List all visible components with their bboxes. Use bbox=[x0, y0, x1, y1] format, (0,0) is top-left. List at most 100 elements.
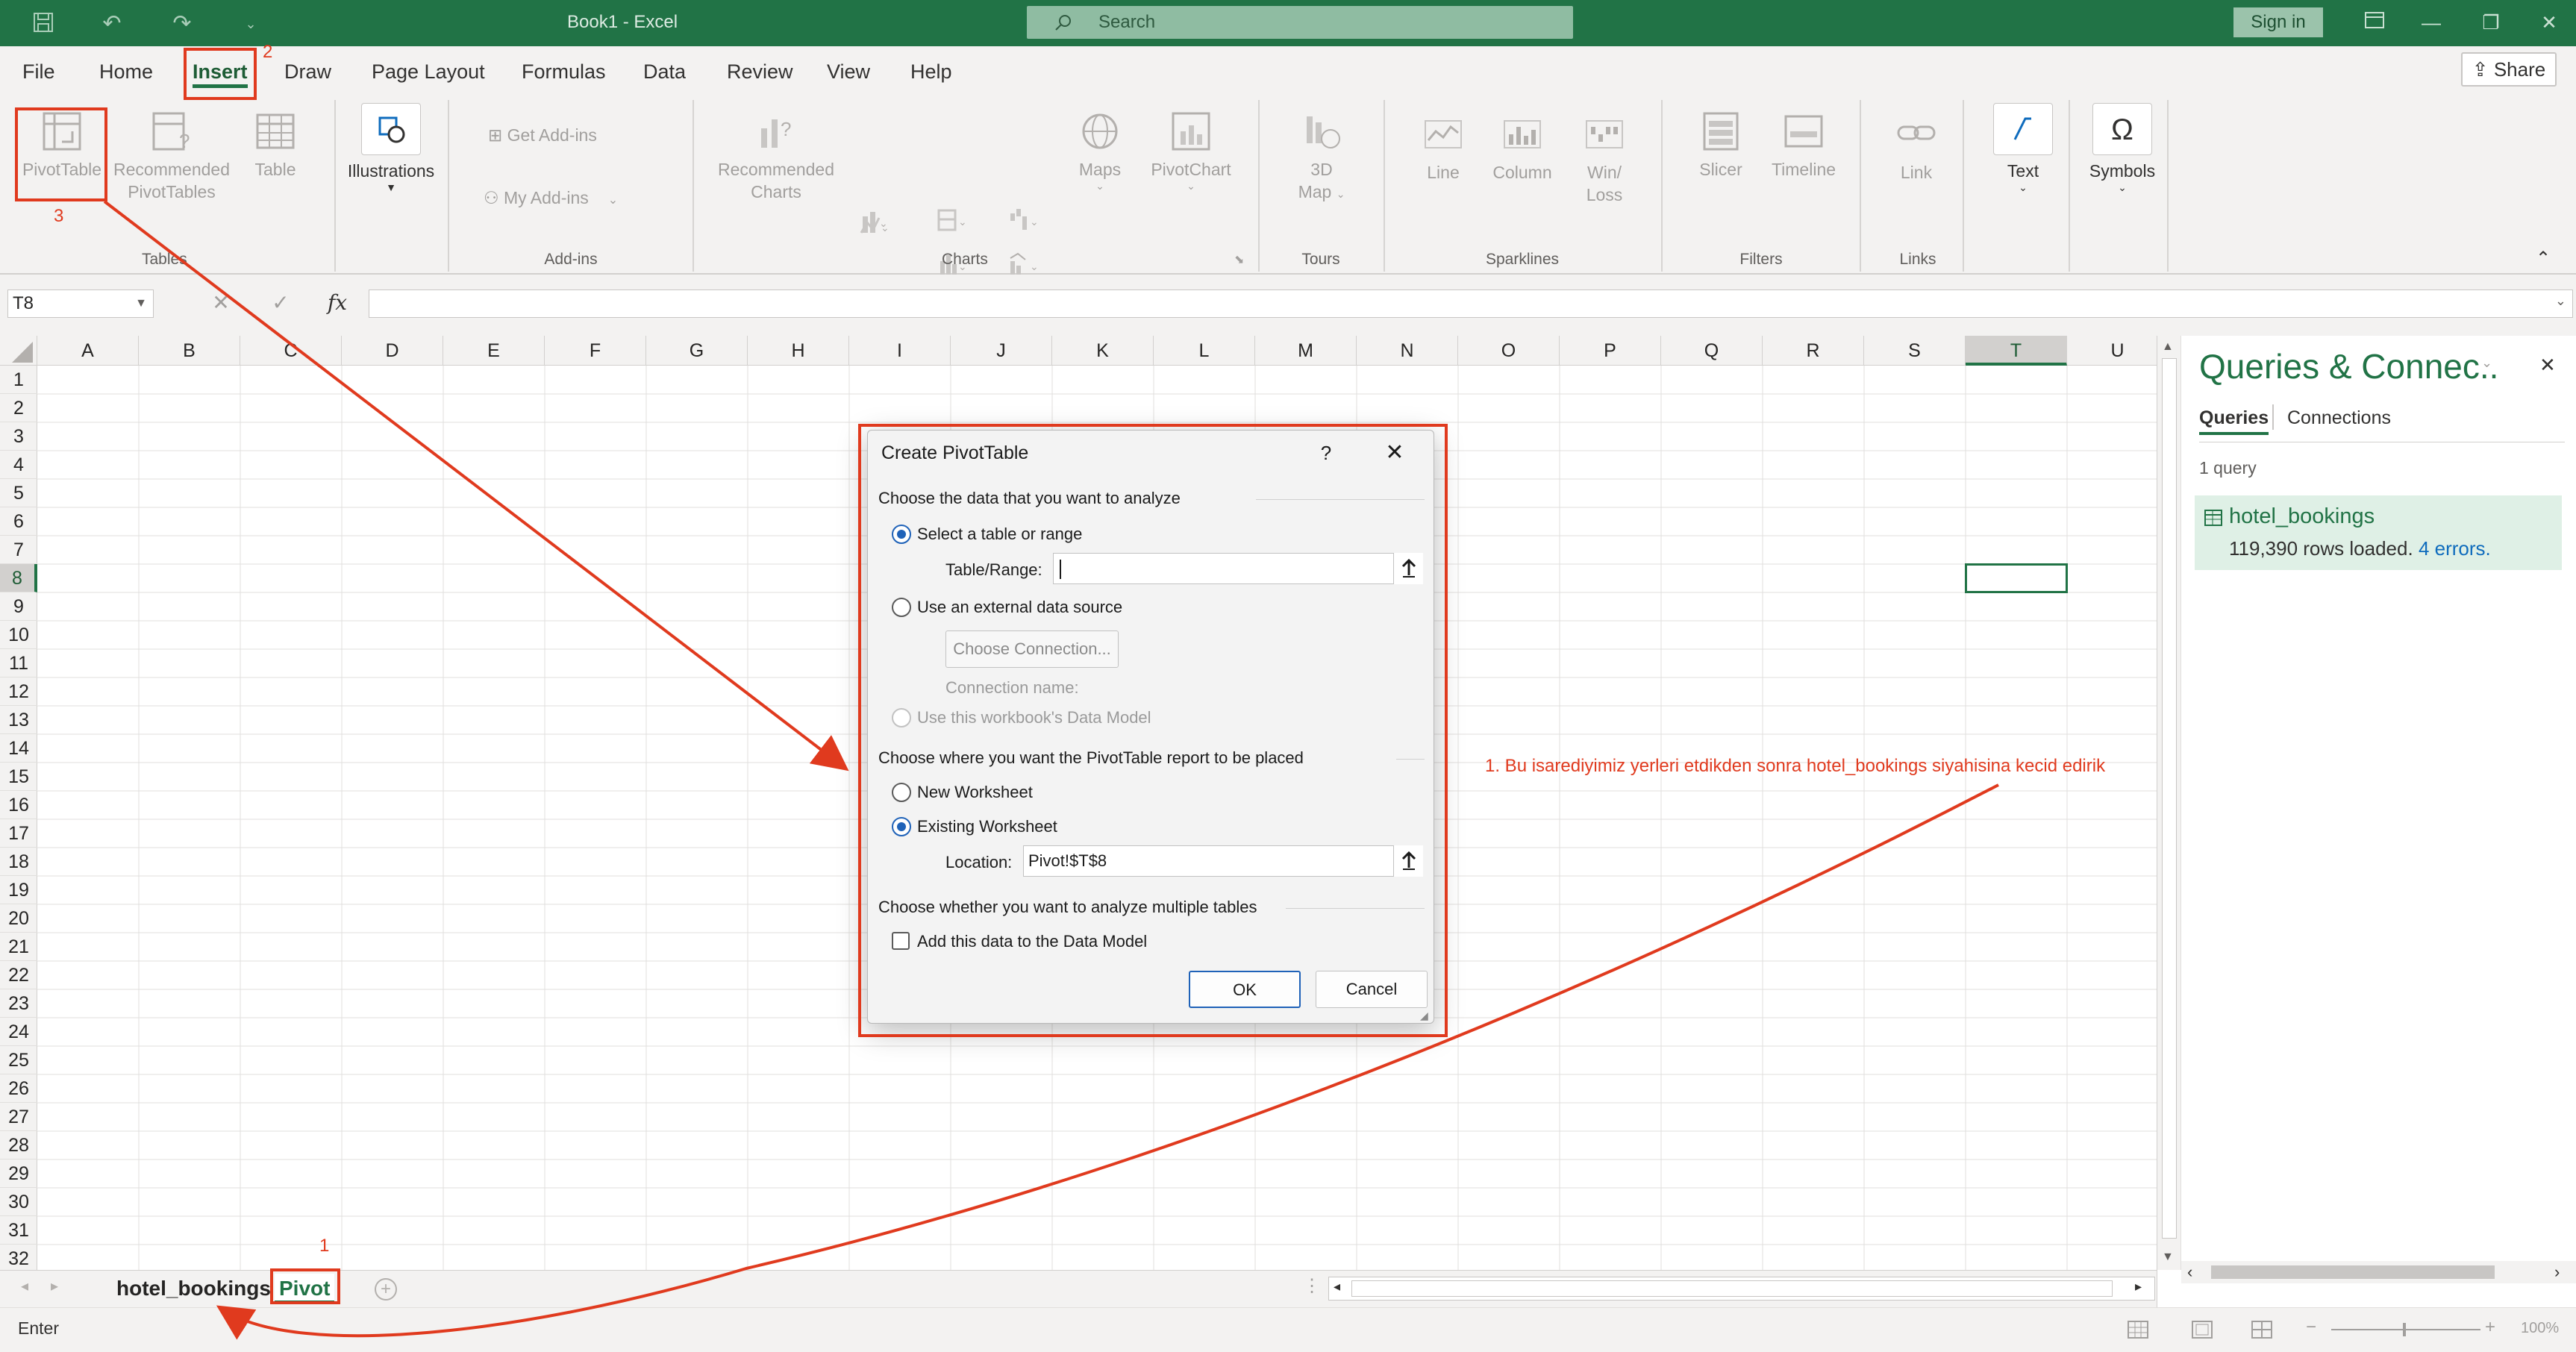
column-header[interactable]: J bbox=[951, 336, 1052, 366]
insert-function-button[interactable]: fx bbox=[321, 288, 354, 318]
zoom-level[interactable]: 100% bbox=[2521, 1320, 2559, 1337]
column-header[interactable]: H bbox=[748, 336, 849, 366]
cancel-entry-icon[interactable]: ✕ bbox=[204, 288, 237, 318]
scroll-left-icon[interactable]: ‹ bbox=[2187, 1262, 2192, 1282]
ribbon-display-icon[interactable] bbox=[2360, 7, 2389, 37]
customize-toolbar-icon[interactable]: ⌄ bbox=[237, 10, 264, 37]
zoom-in-icon[interactable]: + bbox=[2485, 1317, 2495, 1338]
my-addins-button[interactable]: ⚇ My Add-ins ⌄ bbox=[484, 187, 663, 212]
column-header[interactable]: A bbox=[37, 336, 139, 366]
row-header[interactable]: 22 bbox=[0, 961, 37, 989]
tab-help[interactable]: Help bbox=[910, 57, 952, 87]
row-header[interactable]: 14 bbox=[0, 734, 37, 763]
waterfall-chart-icon[interactable]: ⌄ bbox=[1007, 206, 1040, 234]
text-button[interactable]: Text ⌄ bbox=[1986, 103, 2060, 193]
row-header[interactable]: 12 bbox=[0, 677, 37, 706]
pane-vertical-scrollbar[interactable]: ▲ ▼ bbox=[2157, 336, 2181, 1270]
row-header[interactable]: 2 bbox=[0, 394, 37, 422]
pane-horizontal-scrollbar[interactable]: ‹ › bbox=[2181, 1261, 2576, 1283]
sheet-tab-hotel-bookings[interactable]: hotel_bookings bbox=[112, 1274, 275, 1304]
pivotchart-button[interactable]: PivotChart ⌄ bbox=[1143, 109, 1239, 191]
search-box[interactable]: Search bbox=[1027, 6, 1573, 39]
column-header[interactable]: Q bbox=[1661, 336, 1763, 366]
confirm-entry-icon[interactable]: ✓ bbox=[264, 288, 297, 318]
zoom-slider[interactable] bbox=[2331, 1323, 2480, 1336]
row-header[interactable]: 9 bbox=[0, 592, 37, 621]
row-header[interactable]: 23 bbox=[0, 989, 37, 1018]
restore-icon[interactable]: ❐ bbox=[2476, 7, 2506, 37]
row-header[interactable]: 15 bbox=[0, 763, 37, 791]
charts-dialog-launcher-icon[interactable]: ⬊ bbox=[1234, 252, 1244, 267]
scroll-right-icon[interactable]: › bbox=[2554, 1262, 2560, 1282]
row-header[interactable]: 21 bbox=[0, 933, 37, 961]
column-header[interactable]: U bbox=[2067, 336, 2157, 366]
sparkline-line-button[interactable]: Line bbox=[1410, 113, 1476, 184]
selected-cell[interactable] bbox=[1965, 563, 2068, 593]
hierarchy-chart-icon[interactable]: ⌄ bbox=[936, 206, 969, 234]
tab-home[interactable]: Home bbox=[99, 57, 153, 87]
row-header[interactable]: 20 bbox=[0, 904, 37, 933]
line-chart-icon[interactable]: ⌄ bbox=[858, 212, 891, 240]
column-header[interactable]: T bbox=[1966, 336, 2067, 366]
tab-draw[interactable]: Draw bbox=[284, 57, 331, 87]
sparkline-column-button[interactable]: Column bbox=[1485, 113, 1560, 184]
close-icon[interactable]: ✕ bbox=[2534, 7, 2564, 37]
column-header[interactable]: L bbox=[1154, 336, 1255, 366]
tab-split-handle-icon[interactable]: ⋮ bbox=[1303, 1275, 1321, 1297]
row-header[interactable]: 13 bbox=[0, 706, 37, 734]
row-header[interactable]: 17 bbox=[0, 819, 37, 848]
row-header[interactable]: 29 bbox=[0, 1159, 37, 1188]
symbols-button[interactable]: Ω Symbols ⌄ bbox=[2076, 103, 2169, 193]
tab-data[interactable]: Data bbox=[643, 57, 686, 87]
recommended-pivottables-button[interactable]: ? Recommended PivotTables bbox=[106, 109, 237, 203]
formula-input[interactable]: ⌄ bbox=[369, 290, 2573, 318]
row-header[interactable]: 7 bbox=[0, 536, 37, 564]
pane-options-icon[interactable]: ⌄ bbox=[2481, 355, 2492, 371]
tab-file[interactable]: File bbox=[22, 57, 55, 87]
query-item[interactable]: hotel_bookings 119,390 rows loaded. 4 er… bbox=[2195, 495, 2562, 570]
column-header[interactable]: N bbox=[1357, 336, 1458, 366]
pane-scroll-thumb[interactable] bbox=[2211, 1265, 2495, 1279]
row-header[interactable]: 5 bbox=[0, 479, 37, 507]
row-header[interactable]: 11 bbox=[0, 649, 37, 677]
get-addins-button[interactable]: ⊞ Get Add-ins bbox=[488, 124, 637, 146]
prev-sheet-icon[interactable]: ◂ bbox=[21, 1277, 28, 1295]
pane-close-icon[interactable]: ✕ bbox=[2539, 354, 2556, 377]
hscroll-left-icon[interactable]: ◂ bbox=[1334, 1279, 1340, 1295]
scroll-up-icon[interactable]: ▲ bbox=[2162, 340, 2174, 354]
column-header[interactable]: C bbox=[240, 336, 342, 366]
column-header[interactable]: G bbox=[646, 336, 748, 366]
link-button[interactable]: Link bbox=[1885, 113, 1948, 184]
row-header[interactable]: 3 bbox=[0, 422, 37, 451]
row-header[interactable]: 1 bbox=[0, 366, 37, 394]
row-header[interactable]: 24 bbox=[0, 1018, 37, 1046]
minimize-icon[interactable]: — bbox=[2416, 7, 2446, 37]
row-header[interactable]: 27 bbox=[0, 1103, 37, 1131]
3d-map-button[interactable]: 3D Map ⌄ bbox=[1281, 109, 1363, 205]
illustrations-button[interactable]: Illustrations ▼ bbox=[340, 103, 442, 193]
add-sheet-icon[interactable]: + bbox=[375, 1278, 397, 1301]
table-button[interactable]: Table bbox=[243, 109, 307, 181]
hscroll-right-icon[interactable]: ▸ bbox=[2135, 1279, 2142, 1295]
tab-formulas[interactable]: Formulas bbox=[522, 57, 606, 87]
recommended-charts-button[interactable]: ? Recommended Charts bbox=[710, 109, 842, 203]
row-header[interactable]: 4 bbox=[0, 451, 37, 479]
save-icon[interactable] bbox=[30, 10, 57, 37]
column-header[interactable]: I bbox=[849, 336, 951, 366]
next-sheet-icon[interactable]: ▸ bbox=[51, 1277, 58, 1295]
row-header[interactable]: 10 bbox=[0, 621, 37, 649]
sign-in-button[interactable]: Sign in bbox=[2233, 7, 2323, 37]
timeline-button[interactable]: Timeline bbox=[1763, 109, 1845, 181]
maps-button[interactable]: Maps ⌄ bbox=[1067, 109, 1133, 191]
column-header[interactable]: P bbox=[1560, 336, 1661, 366]
zoom-slider-thumb[interactable] bbox=[2403, 1323, 2406, 1336]
collapse-ribbon-icon[interactable]: ⌃ bbox=[2536, 248, 2551, 269]
query-errors-link[interactable]: 4 errors. bbox=[2419, 537, 2491, 560]
scroll-thumb[interactable] bbox=[2162, 358, 2177, 1239]
page-layout-view-icon[interactable] bbox=[2189, 1318, 2215, 1341]
tab-page-layout[interactable]: Page Layout bbox=[372, 57, 485, 87]
row-header[interactable]: 19 bbox=[0, 876, 37, 904]
column-header[interactable]: B bbox=[139, 336, 240, 366]
row-header[interactable]: 18 bbox=[0, 848, 37, 876]
row-header[interactable]: 26 bbox=[0, 1074, 37, 1103]
